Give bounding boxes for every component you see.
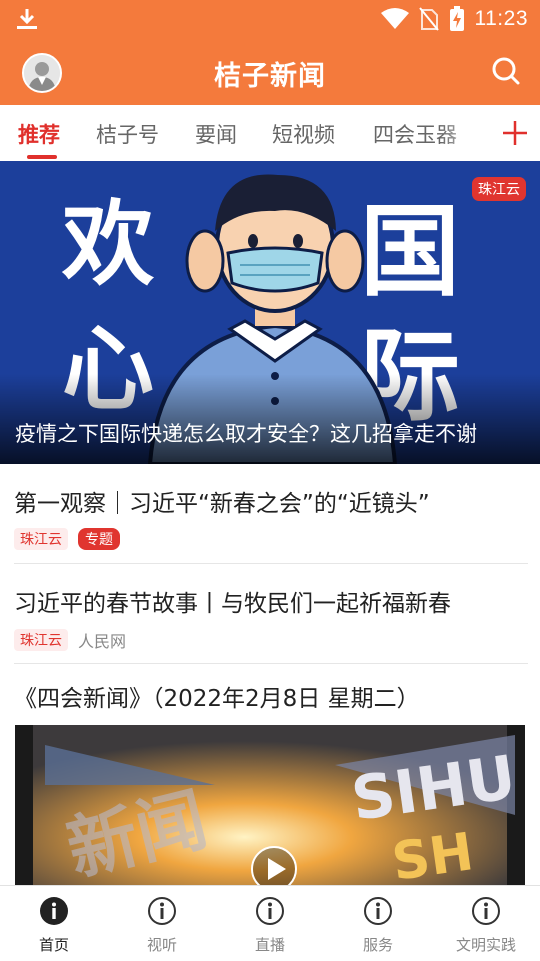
news-meta: 珠江云 专题 [14, 528, 528, 550]
news-item-2[interactable]: 习近平的春节故事丨与牧民们一起祈福新春 珠江云 人民网 [14, 564, 528, 664]
nav-label: 服务 [362, 936, 393, 954]
nav-label: 文明实践 [455, 936, 516, 954]
nav-home[interactable]: 首页 [0, 886, 108, 961]
tab-short-video[interactable]: 短视频 [272, 119, 335, 149]
news-title: 习近平的春节故事丨与牧民们一起祈福新春 [14, 591, 451, 617]
app-header: 桔子新闻 [0, 38, 540, 105]
status-bar: 11:23 [0, 0, 540, 38]
info-icon [148, 897, 176, 925]
info-icon [256, 897, 284, 925]
svg-text:SH: SH [388, 822, 477, 885]
battery-charging-icon [449, 6, 464, 31]
tab-recommend[interactable]: 推荐 [18, 119, 60, 149]
bottom-navigation: 首页 视听 直播 服务 文明实践 [0, 885, 540, 960]
category-tabs: 推荐 桔子号 要闻 短视频 四会玉器 [0, 105, 540, 161]
video-title[interactable]: 《四会新闻》（2022年2月8日 星期二） [14, 679, 420, 713]
hero-source-badge: 珠江云 [472, 177, 526, 201]
nav-civilization-practice[interactable]: 文明实践 [432, 886, 540, 961]
play-icon[interactable] [250, 845, 298, 885]
tab-headlines[interactable]: 要闻 [195, 119, 237, 149]
nav-audiovisual[interactable]: 视听 [108, 886, 216, 961]
hero-banner[interactable]: 欢 心 国 际 珠江云 疫情之下国际快递怎么取才安全？这几招拿走不谢 [0, 161, 540, 464]
publisher-name: 人民网 [78, 632, 127, 651]
search-icon[interactable] [490, 55, 522, 87]
news-item-1[interactable]: 第一观察｜习近平“新春之会”的“近镜头” 珠江云 专题 [14, 464, 528, 564]
plus-icon[interactable] [502, 120, 528, 146]
news-meta: 珠江云 人民网 [14, 628, 528, 652]
tabs-fade [440, 105, 500, 161]
topic-badge: 专题 [78, 528, 120, 550]
hero-caption: 疫情之下国际快递怎么取才安全？这几招拿走不谢 [15, 422, 477, 446]
no-sim-icon [418, 7, 439, 31]
source-tag: 珠江云 [14, 528, 68, 550]
video-thumbnail[interactable]: SIHU SH 新闻 [15, 725, 525, 885]
nav-label: 首页 [38, 936, 69, 954]
info-icon [364, 897, 392, 925]
nav-label: 视听 [146, 936, 177, 954]
source-tag: 珠江云 [14, 629, 68, 651]
nav-services[interactable]: 服务 [324, 886, 432, 961]
app-title: 桔子新闻 [214, 61, 326, 92]
active-tab-indicator [27, 155, 57, 159]
info-icon [472, 897, 500, 925]
tab-juzi-account[interactable]: 桔子号 [96, 119, 159, 149]
download-icon [17, 9, 37, 29]
news-title: 第一观察｜习近平“新春之会”的“近镜头” [14, 491, 430, 517]
hero-char-3: 国 [360, 193, 460, 310]
hero-char-1: 欢 [61, 191, 154, 298]
wifi-icon [380, 8, 409, 29]
info-icon [40, 897, 68, 925]
nav-label: 直播 [254, 936, 285, 954]
clock-time: 11:23 [474, 7, 528, 30]
nav-live[interactable]: 直播 [216, 886, 324, 961]
